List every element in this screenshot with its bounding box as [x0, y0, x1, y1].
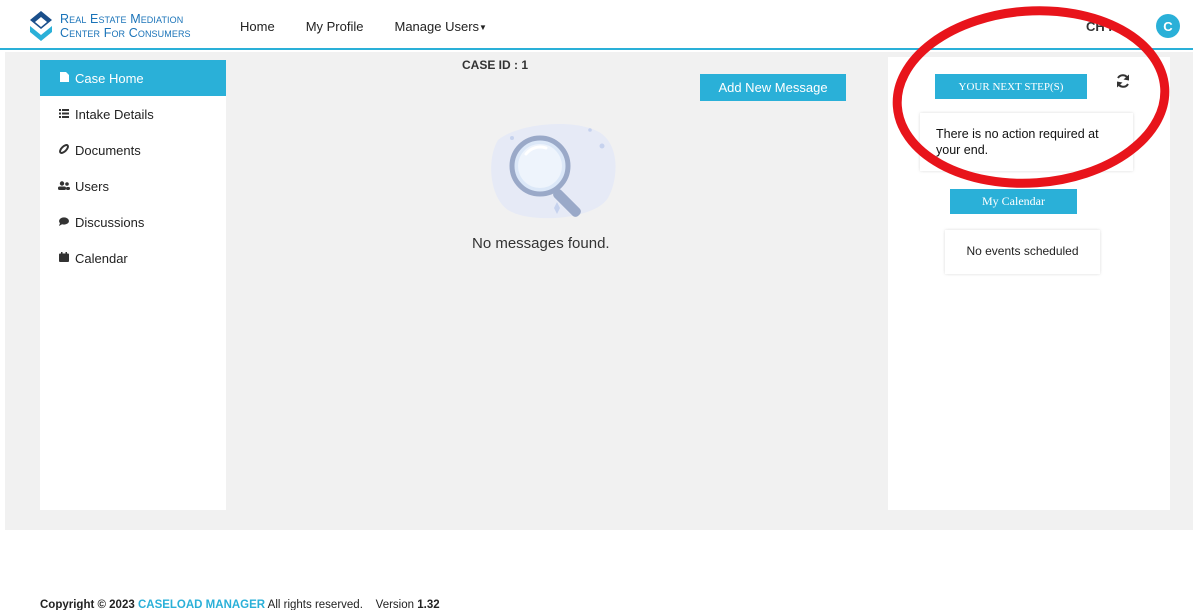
sidebar-item-intake-details[interactable]: Intake Details	[40, 96, 226, 132]
logo[interactable]: Real Estate Mediation Center For Consume…	[28, 10, 191, 42]
sidebar-item-documents[interactable]: Documents	[40, 132, 226, 168]
refresh-icon[interactable]	[1115, 73, 1131, 89]
sidebar-item-users[interactable]: Users	[40, 168, 226, 204]
sidebar-item-discussions[interactable]: Discussions	[40, 204, 226, 240]
version-label: Version	[375, 599, 415, 610]
file-icon	[57, 72, 71, 84]
sidebar-item-label: Documents	[75, 142, 141, 158]
copyright-text: Copyright © 2023	[40, 599, 135, 610]
version-number: 1.32	[417, 599, 440, 610]
next-step-card: There is no action required at your end.	[920, 113, 1133, 171]
sidebar-item-label: Discussions	[75, 214, 145, 230]
nav-manage-users[interactable]: Manage Users▼	[394, 19, 486, 34]
my-calendar-button[interactable]: My Calendar	[950, 189, 1077, 214]
events-card: No events scheduled	[945, 230, 1100, 274]
sidebar-item-label: Case Home	[75, 70, 144, 86]
brand-link[interactable]: CASELOAD MANAGER	[138, 599, 265, 610]
nav-my-profile[interactable]: My Profile	[306, 19, 364, 34]
sidebar-item-label: Calendar	[75, 250, 128, 266]
empty-messages-text: No messages found.	[472, 235, 610, 252]
sidebar-item-label: Intake Details	[75, 106, 154, 122]
sidebar: Case Home Intake Details Documents Users…	[40, 60, 226, 510]
sidebar-item-calendar[interactable]: Calendar	[40, 240, 226, 276]
chat-icon	[57, 216, 71, 228]
paperclip-icon	[57, 144, 71, 156]
rights-text: All rights reserved.	[267, 599, 363, 610]
user-name[interactable]: CH R	[1086, 19, 1118, 34]
magnifier-illustration-icon	[491, 123, 616, 219]
logo-line-2: Center For Consumers	[60, 26, 191, 40]
main-nav: Home My Profile Manage Users▼	[240, 19, 518, 34]
nav-manage-users-label: Manage Users	[394, 19, 480, 34]
footer: Copyright © 2023 CASELOAD MANAGER All ri…	[40, 599, 440, 610]
users-icon	[57, 180, 71, 192]
logo-mark-icon	[30, 11, 52, 41]
sidebar-item-label: Users	[75, 178, 109, 194]
sidebar-item-case-home[interactable]: Case Home	[40, 60, 226, 96]
nav-home[interactable]: Home	[240, 19, 275, 34]
list-icon	[57, 108, 71, 120]
logo-text: Real Estate Mediation Center For Consume…	[60, 12, 191, 40]
logo-line-1: Real Estate Mediation	[60, 12, 184, 26]
calendar-icon	[57, 252, 71, 264]
add-new-message-button[interactable]: Add New Message	[700, 74, 846, 101]
your-next-steps-button[interactable]: YOUR NEXT STEP(S)	[935, 74, 1087, 99]
avatar[interactable]: C	[1156, 14, 1180, 38]
top-navbar: Real Estate Mediation Center For Consume…	[0, 0, 1193, 50]
caret-down-icon: ▼	[479, 23, 487, 33]
case-id: CASE ID : 1	[462, 58, 529, 72]
